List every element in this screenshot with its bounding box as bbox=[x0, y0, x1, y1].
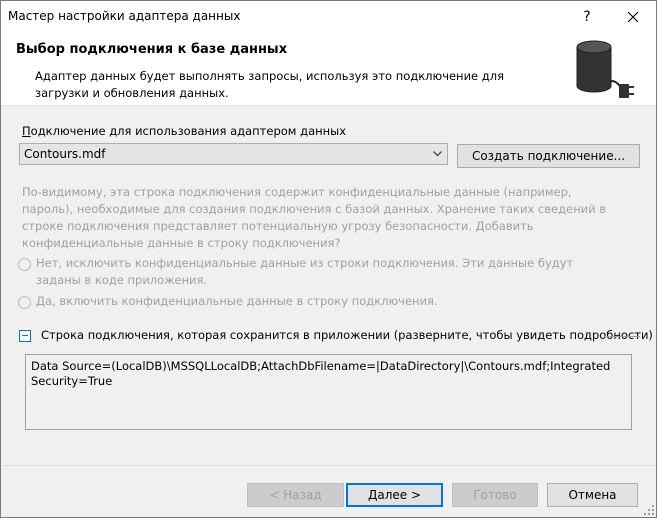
wizard-header: Выбор подключения к базе данных Адаптер … bbox=[1, 32, 656, 106]
new-connection-button[interactable]: Создать подключение... bbox=[457, 144, 640, 168]
next-button[interactable]: Далее > bbox=[346, 483, 443, 507]
database-plug-icon bbox=[569, 38, 639, 100]
connection-label: Подключение для использования адаптером … bbox=[22, 124, 346, 138]
close-button[interactable] bbox=[610, 1, 656, 32]
resize-grip-icon[interactable] bbox=[644, 505, 655, 516]
connection-string-box[interactable]: Data Source=(LocalDB)\MSSQLLocalDB;Attac… bbox=[25, 354, 632, 430]
radio-button[interactable] bbox=[18, 296, 31, 309]
expander-divider bbox=[604, 336, 640, 337]
sensitive-data-question: По-видимому, эта строка подключения соде… bbox=[22, 184, 622, 252]
wizard-window: Мастер настройки адаптера данных ? Выбор… bbox=[0, 0, 657, 518]
finish-button[interactable]: Готово bbox=[452, 483, 538, 507]
cancel-button[interactable]: Отмена bbox=[547, 483, 638, 507]
connection-string-expander[interactable] bbox=[19, 330, 31, 342]
radio-exclude-label: Нет, исключить конфиденциальные данные и… bbox=[36, 255, 621, 289]
back-button[interactable]: < Назад bbox=[247, 483, 344, 507]
window-title: Мастер настройки адаптера данных bbox=[8, 9, 240, 23]
chevron-down-icon bbox=[433, 151, 442, 157]
title-bar: Мастер настройки адаптера данных ? bbox=[1, 1, 656, 32]
connection-string-expander-label[interactable]: Строка подключения, которая сохранится в… bbox=[41, 328, 653, 342]
page-description: Адаптер данных будет выполнять запросы, … bbox=[35, 68, 535, 102]
connection-select[interactable]: Contours.mdf bbox=[19, 143, 448, 165]
radio-button[interactable] bbox=[18, 258, 31, 271]
radio-include-label: Да, включить конфиденциальные данные в с… bbox=[36, 293, 621, 310]
page-title: Выбор подключения к базе данных bbox=[16, 42, 287, 57]
connection-select-value: Contours.mdf bbox=[24, 147, 106, 161]
help-icon: ? bbox=[583, 9, 590, 25]
footer-divider bbox=[1, 465, 656, 466]
connection-string-text: Data Source=(LocalDB)\MSSQLLocalDB;Attac… bbox=[31, 359, 621, 389]
close-icon bbox=[628, 12, 638, 22]
help-button[interactable]: ? bbox=[564, 1, 610, 32]
connection-label-accesskey: П bbox=[22, 124, 31, 138]
connection-label-text: одключение для использования адаптером д… bbox=[31, 124, 346, 138]
